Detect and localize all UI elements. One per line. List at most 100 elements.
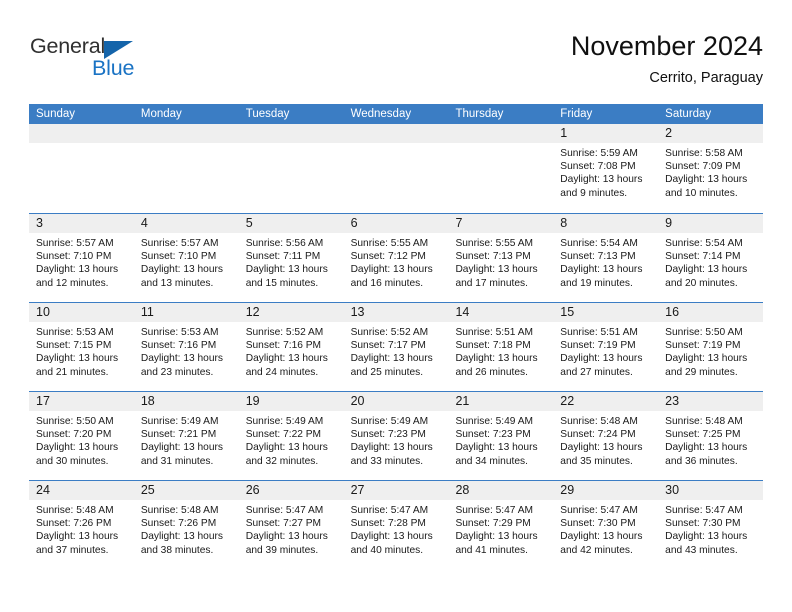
day-info [344,143,449,147]
week-row: 1 Sunrise: 5:59 AM Sunset: 7:08 PM Dayli… [29,124,764,213]
day-cell[interactable]: 27 Sunrise: 5:47 AM Sunset: 7:28 PM Dayl… [343,481,449,569]
sunrise-text: Sunrise: 5:47 AM [455,505,534,516]
day-cell[interactable]: 1 Sunrise: 5:59 AM Sunset: 7:08 PM Dayli… [553,124,659,213]
day-cell[interactable]: 19 Sunrise: 5:49 AM Sunset: 7:22 PM Dayl… [238,392,344,480]
sunset-text: Sunset: 7:14 PM [665,251,741,263]
day-cell[interactable]: 7 Sunrise: 5:55 AM Sunset: 7:13 PM Dayli… [448,214,554,302]
day-cell[interactable]: 10 Sunrise: 5:53 AM Sunset: 7:15 PM Dayl… [29,303,134,391]
day-info: Sunrise: 5:50 AM Sunset: 7:20 PM Dayligh… [29,411,134,468]
daylight-text: Daylight: 13 hours and 38 minutes. [140,531,223,556]
sunset-text: Sunset: 7:27 PM [245,518,322,530]
weekday-header-thursday: Thursday [455,108,504,120]
day-info: Sunrise: 5:58 AM Sunset: 7:09 PM Dayligh… [658,143,763,200]
day-cell[interactable]: 2 Sunrise: 5:58 AM Sunset: 7:09 PM Dayli… [658,124,764,213]
sunrise-text: Sunrise: 5:50 AM [665,327,743,338]
sunset-text: Sunset: 7:08 PM [560,161,636,173]
sunrise-text: Sunrise: 5:47 AM [665,505,743,516]
sunrise-text: Sunrise: 5:49 AM [455,416,534,427]
day-cell[interactable]: 12 Sunrise: 5:52 AM Sunset: 7:16 PM Dayl… [238,303,344,391]
day-cell[interactable]: 21 Sunrise: 5:49 AM Sunset: 7:23 PM Dayl… [448,392,554,480]
calendar-grid: Sunday Monday Tuesday Wednesday Thursday… [29,104,764,569]
sunset-text: Sunset: 7:30 PM [665,518,741,530]
day-number: 17 [29,392,134,411]
sunset-text: Sunset: 7:29 PM [455,518,531,530]
day-cell[interactable]: 25 Sunrise: 5:48 AM Sunset: 7:26 PM Dayl… [133,481,239,569]
day-info: Sunrise: 5:49 AM Sunset: 7:22 PM Dayligh… [239,411,344,468]
day-number [238,124,344,143]
sunset-text: Sunset: 7:19 PM [665,340,741,352]
sunset-text: Sunset: 7:26 PM [140,518,217,530]
sunrise-text: Sunrise: 5:48 AM [140,505,219,516]
sunset-text: Sunset: 7:23 PM [455,429,531,441]
day-cell[interactable]: 18 Sunrise: 5:49 AM Sunset: 7:21 PM Dayl… [133,392,239,480]
weekday-header-saturday: Saturday [665,108,712,120]
day-cell[interactable]: 17 Sunrise: 5:50 AM Sunset: 7:20 PM Dayl… [29,392,134,480]
day-info: Sunrise: 5:52 AM Sunset: 7:17 PM Dayligh… [344,322,449,379]
day-info: Sunrise: 5:51 AM Sunset: 7:19 PM Dayligh… [553,322,658,379]
day-info [134,143,239,147]
logo-text-blue: Blue [92,56,135,80]
day-number: 13 [343,303,449,322]
day-cell[interactable]: 9 Sunrise: 5:54 AM Sunset: 7:14 PM Dayli… [658,214,764,302]
day-info [29,143,134,147]
day-cell[interactable]: 14 Sunrise: 5:51 AM Sunset: 7:18 PM Dayl… [448,303,554,391]
day-cell[interactable]: 8 Sunrise: 5:54 AM Sunset: 7:13 PM Dayli… [553,214,659,302]
day-info: Sunrise: 5:47 AM Sunset: 7:30 PM Dayligh… [553,500,658,557]
day-cell[interactable]: 15 Sunrise: 5:51 AM Sunset: 7:19 PM Dayl… [553,303,659,391]
day-cell[interactable]: 4 Sunrise: 5:57 AM Sunset: 7:10 PM Dayli… [133,214,239,302]
daylight-text: Daylight: 13 hours and 23 minutes. [140,353,223,378]
day-number: 16 [658,303,764,322]
week-row: 3 Sunrise: 5:57 AM Sunset: 7:10 PM Dayli… [29,213,764,302]
day-cell[interactable]: 5 Sunrise: 5:56 AM Sunset: 7:11 PM Dayli… [238,214,344,302]
day-cell[interactable]: 6 Sunrise: 5:55 AM Sunset: 7:12 PM Dayli… [343,214,449,302]
sunset-text: Sunset: 7:23 PM [350,429,426,441]
daylight-text: Daylight: 13 hours and 39 minutes. [245,531,328,556]
day-cell[interactable]: 24 Sunrise: 5:48 AM Sunset: 7:26 PM Dayl… [29,481,134,569]
daylight-text: Daylight: 13 hours and 40 minutes. [350,531,433,556]
weekday-header-row: Sunday Monday Tuesday Wednesday Thursday… [29,104,763,124]
day-cell[interactable]: 13 Sunrise: 5:52 AM Sunset: 7:17 PM Dayl… [343,303,449,391]
sunset-text: Sunset: 7:26 PM [36,518,112,530]
day-cell[interactable]: 20 Sunrise: 5:49 AM Sunset: 7:23 PM Dayl… [343,392,449,480]
sunrise-text: Sunrise: 5:53 AM [140,327,219,338]
day-number: 25 [133,481,239,500]
day-info: Sunrise: 5:53 AM Sunset: 7:15 PM Dayligh… [29,322,134,379]
daylight-text: Daylight: 13 hours and 17 minutes. [455,264,538,289]
day-cell[interactable]: 16 Sunrise: 5:50 AM Sunset: 7:19 PM Dayl… [658,303,764,391]
day-cell[interactable]: 28 Sunrise: 5:47 AM Sunset: 7:29 PM Dayl… [448,481,554,569]
sunset-text: Sunset: 7:09 PM [665,161,741,173]
day-number: 26 [238,481,344,500]
day-info: Sunrise: 5:57 AM Sunset: 7:10 PM Dayligh… [134,233,239,290]
day-number [29,124,134,143]
day-cell[interactable]: 3 Sunrise: 5:57 AM Sunset: 7:10 PM Dayli… [29,214,134,302]
sunrise-text: Sunrise: 5:48 AM [665,416,743,427]
daylight-text: Daylight: 13 hours and 42 minutes. [560,531,643,556]
day-number: 22 [553,392,659,411]
day-number: 1 [553,124,659,143]
day-cell [238,124,344,213]
title-block: November 2024 Cerrito, Paraguay [571,30,763,88]
sunrise-text: Sunrise: 5:47 AM [560,505,638,516]
day-info: Sunrise: 5:54 AM Sunset: 7:13 PM Dayligh… [553,233,658,290]
general-blue-logo[interactable]: General Blue [29,34,249,90]
sunset-text: Sunset: 7:22 PM [245,429,322,441]
sunrise-text: Sunrise: 5:49 AM [245,416,324,427]
day-cell[interactable]: 23 Sunrise: 5:48 AM Sunset: 7:25 PM Dayl… [658,392,764,480]
day-cell[interactable]: 22 Sunrise: 5:48 AM Sunset: 7:24 PM Dayl… [553,392,659,480]
day-cell[interactable]: 30 Sunrise: 5:47 AM Sunset: 7:30 PM Dayl… [658,481,764,569]
day-number: 19 [238,392,344,411]
daylight-text: Daylight: 13 hours and 29 minutes. [665,353,748,378]
day-info: Sunrise: 5:48 AM Sunset: 7:26 PM Dayligh… [134,500,239,557]
sunrise-text: Sunrise: 5:54 AM [560,238,638,249]
sunrise-text: Sunrise: 5:48 AM [36,505,114,516]
sunset-text: Sunset: 7:28 PM [350,518,426,530]
sunset-text: Sunset: 7:13 PM [455,251,531,263]
day-cell[interactable]: 26 Sunrise: 5:47 AM Sunset: 7:27 PM Dayl… [238,481,344,569]
day-info: Sunrise: 5:55 AM Sunset: 7:12 PM Dayligh… [344,233,449,290]
day-cell[interactable]: 29 Sunrise: 5:47 AM Sunset: 7:30 PM Dayl… [553,481,659,569]
sunset-text: Sunset: 7:16 PM [245,340,322,352]
day-cell[interactable]: 11 Sunrise: 5:53 AM Sunset: 7:16 PM Dayl… [133,303,239,391]
day-number [343,124,449,143]
sunrise-text: Sunrise: 5:52 AM [245,327,324,338]
sunrise-text: Sunrise: 5:59 AM [560,148,638,159]
